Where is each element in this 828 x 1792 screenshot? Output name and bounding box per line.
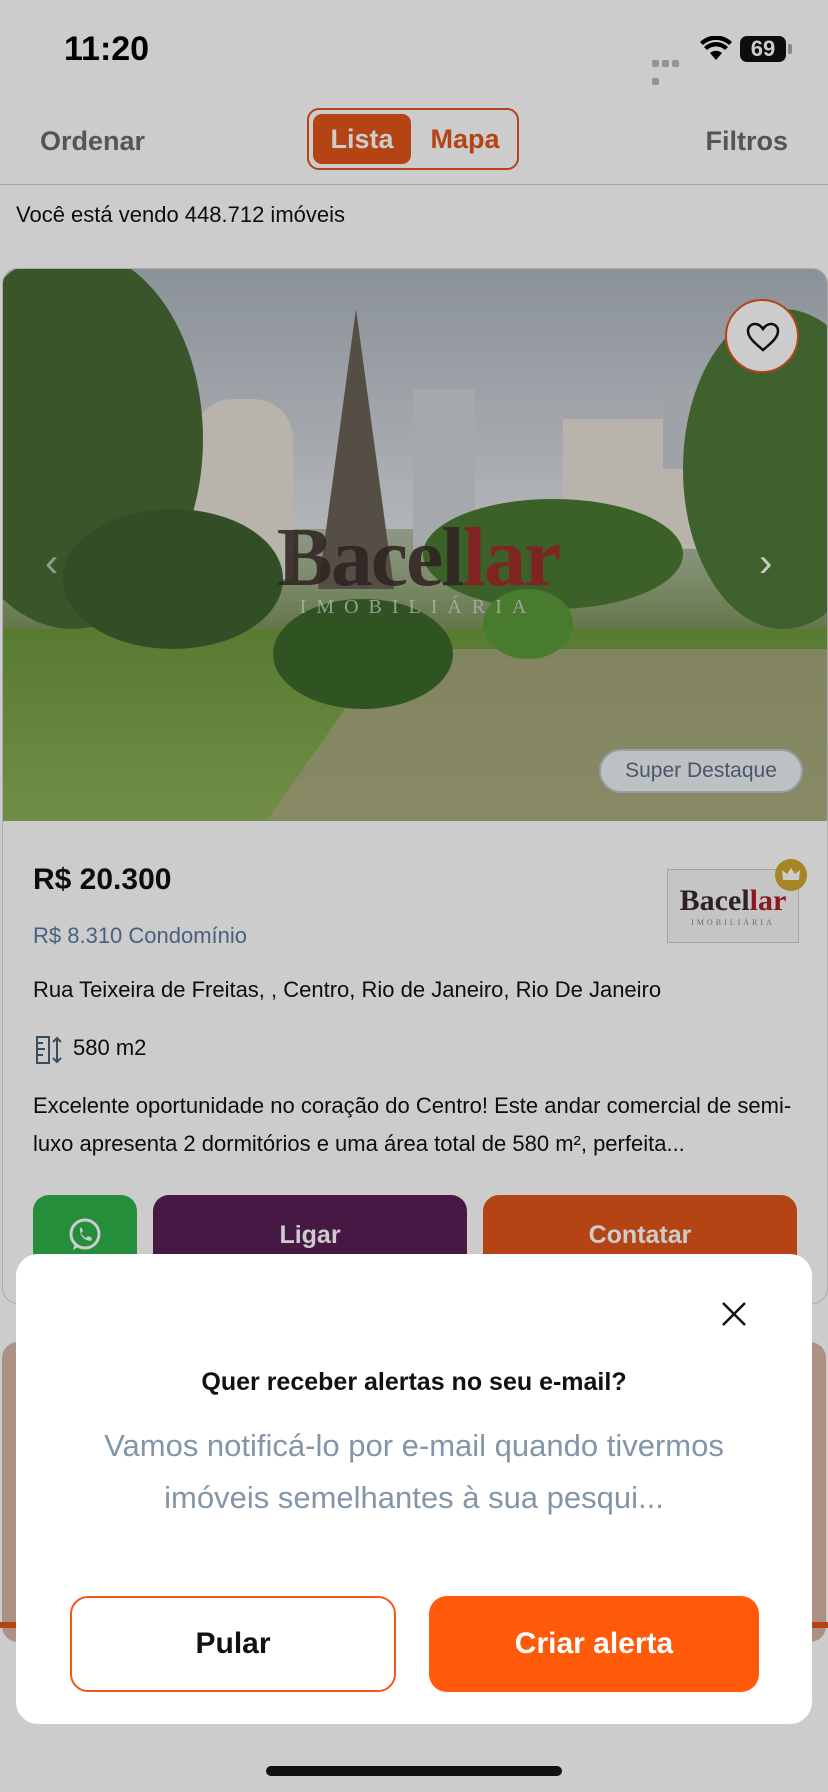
skip-button[interactable]: Pular <box>70 1596 396 1692</box>
modal-message: Vamos notificá-lo por e-mail quando tive… <box>104 1428 724 1515</box>
create-alert-button[interactable]: Criar alerta <box>429 1596 759 1692</box>
home-indicator[interactable] <box>266 1766 562 1776</box>
listing-page: 11:20 69 Ordenar Lista Mapa Filtros Você… <box>0 0 828 1792</box>
close-icon[interactable] <box>720 1300 748 1328</box>
modal-title: Quer receber alertas no seu e-mail? <box>201 1368 627 1396</box>
email-alert-modal: Quer receber alertas no seu e-mail? Vamo… <box>16 1254 812 1724</box>
